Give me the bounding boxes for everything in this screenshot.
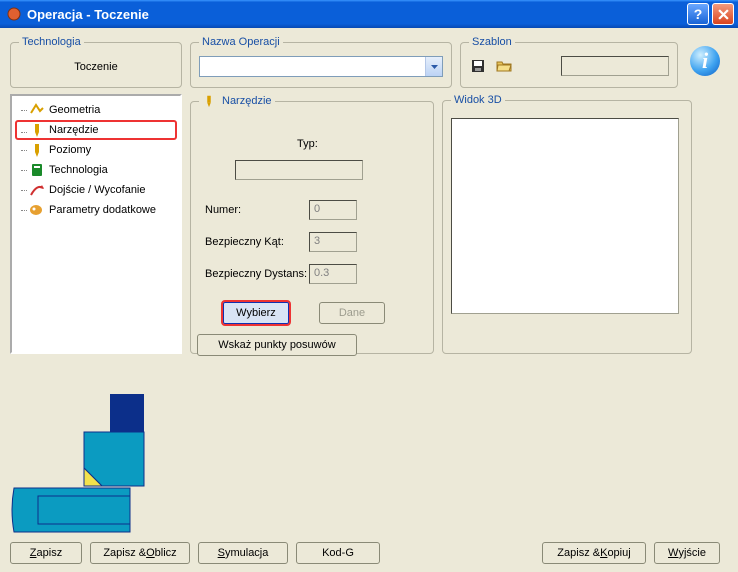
symulacja-button[interactable]: Symulacja [198, 542, 288, 564]
tree-item-narzedzie[interactable]: Narzędzie [15, 120, 177, 140]
widok3d-legend: Widok 3D [451, 94, 505, 106]
save-icon[interactable] [469, 57, 487, 75]
wybierz-button[interactable]: Wybierz [223, 302, 289, 324]
titlebar-close-button[interactable] [712, 3, 734, 25]
kat-field: 3 [309, 232, 357, 252]
technologia-value: Toczenie [74, 61, 117, 73]
tool-icon [202, 94, 216, 108]
typ-value-field [235, 160, 363, 180]
typ-label: Typ: [297, 138, 318, 150]
zapisz-kopiuj-button[interactable]: Zapisz & Kopiuj [542, 542, 646, 564]
szablon-legend: Szablon [469, 36, 515, 48]
dane-button: Dane [319, 302, 385, 324]
tool-icon [29, 122, 45, 138]
narzedzie-group: Narzędzie Typ: Numer: 0 Bezpieczny Kąt: … [190, 94, 434, 354]
tree-item-technologia[interactable]: Technologia [15, 160, 177, 180]
titlebar: Operacja - Toczenie ? [0, 0, 738, 28]
approach-icon [29, 182, 45, 198]
wyjscie-button[interactable]: Wyjście [654, 542, 720, 564]
chevron-down-icon[interactable] [425, 57, 442, 76]
open-folder-icon[interactable] [495, 57, 513, 75]
tree-item-poziomy[interactable]: Poziomy [15, 140, 177, 160]
titlebar-help-button[interactable]: ? [687, 3, 709, 25]
tree-item-dojscie[interactable]: Dojście / Wycofanie [15, 180, 177, 200]
technologia-legend: Technologia [19, 36, 84, 48]
numer-label: Numer: [205, 204, 309, 216]
numer-row: Numer: 0 [205, 200, 357, 220]
kat-row: Bezpieczny Kąt: 3 [205, 232, 357, 252]
tree-item-label: Narzędzie [49, 124, 99, 136]
zapisz-button[interactable]: Zapisz [10, 542, 82, 564]
szablon-group: Szablon [460, 36, 678, 88]
geometry-icon [29, 102, 45, 118]
zapisz-oblicz-button[interactable]: Zapisz & Oblicz [90, 542, 190, 564]
dyst-label: Bezpieczny Dystans: [205, 268, 309, 280]
technology-icon [29, 162, 45, 178]
view3d-canvas[interactable] [451, 118, 679, 314]
tree-item-geometria[interactable]: Geometria [15, 100, 177, 120]
app-icon [6, 6, 22, 22]
window-title: Operacja - Toczenie [27, 7, 684, 22]
params-icon [29, 202, 45, 218]
top-row: Technologia Toczenie Nazwa Operacji Szab… [10, 36, 728, 88]
dyst-row: Bezpieczny Dystans: 0.3 [205, 264, 357, 284]
dyst-field: 0.3 [309, 264, 357, 284]
kodg-button[interactable]: Kod-G [296, 542, 380, 564]
info-icon[interactable]: i [690, 46, 720, 76]
tree-item-label: Dojście / Wycofanie [49, 184, 146, 196]
technologia-group: Technologia Toczenie [10, 36, 182, 88]
kat-label: Bezpieczny Kąt: [205, 236, 309, 248]
nazwa-operacji-group: Nazwa Operacji [190, 36, 452, 88]
tree-panel: Geometria Narzędzie Poziomy Technologia [10, 94, 182, 354]
narzedzie-legend: Narzędzie [199, 94, 275, 108]
mid-row: Geometria Narzędzie Poziomy Technologia [10, 94, 728, 354]
widok3d-group: Widok 3D [442, 94, 692, 354]
wskaz-punkty-button[interactable]: Wskaż punkty posuwów [197, 334, 357, 356]
nazwa-legend: Nazwa Operacji [199, 36, 283, 48]
bottom-button-row: Zapisz Zapisz & Oblicz Symulacja Kod-G Z… [10, 542, 728, 564]
tree-item-label: Parametry dodatkowe [49, 204, 156, 216]
dialog-body: Technologia Toczenie Nazwa Operacji Szab… [0, 28, 738, 572]
numer-field: 0 [309, 200, 357, 220]
tree-item-label: Technologia [49, 164, 108, 176]
szablon-value-field[interactable] [561, 56, 669, 76]
levels-icon [29, 142, 45, 158]
tool-preview [10, 392, 188, 540]
tree-item-parametry[interactable]: Parametry dodatkowe [15, 200, 177, 220]
tree-item-label: Geometria [49, 104, 100, 116]
tree-item-label: Poziomy [49, 144, 91, 156]
nazwa-operacji-select[interactable] [199, 56, 443, 77]
